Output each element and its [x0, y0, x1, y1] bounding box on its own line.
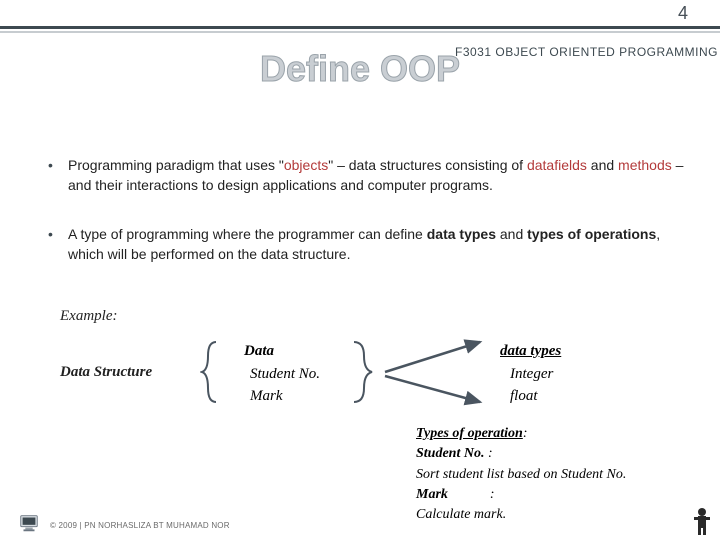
data-structure-label: Data Structure — [60, 364, 152, 381]
bullet-list: • Programming paradigm that uses "object… — [48, 155, 690, 292]
types-header: data types — [500, 340, 561, 363]
example-label: Example: — [60, 308, 117, 325]
page-number-bar: 4 — [0, 0, 720, 26]
bullet-marker: • — [48, 224, 68, 265]
types-column: data types Integer float — [500, 340, 561, 408]
bullet-item: • A type of programming where the progra… — [48, 224, 690, 265]
types-row: Integer — [500, 363, 561, 386]
divider-dark — [0, 26, 720, 29]
operations-header: Types of operation: — [416, 424, 626, 444]
divider-light — [0, 31, 720, 33]
slide: 4 F3031 OBJECT ORIENTED PROGRAMMING Defi… — [0, 0, 720, 540]
bullet-text: A type of programming where the programm… — [68, 224, 690, 265]
data-row: Mark — [244, 385, 320, 408]
data-column: Data Student No. Mark — [244, 340, 320, 408]
data-row: Student No. — [244, 363, 320, 386]
page-number: 4 — [678, 3, 688, 24]
arrows-icon — [380, 332, 490, 412]
footer-text: © 2009 | PN NORHASLIZA BT MUHAMAD NOR — [50, 521, 230, 530]
computer-icon — [18, 512, 40, 534]
bullet-item: • Programming paradigm that uses "object… — [48, 155, 690, 196]
slide-title: Define OOP — [0, 48, 720, 90]
operations-line: Mark : — [416, 485, 626, 505]
brace-right-icon — [350, 340, 374, 404]
brace-left-icon — [200, 340, 220, 404]
operations-line: Student No. : — [416, 444, 626, 464]
operations-block: Types of operation: Student No. : Sort s… — [416, 424, 626, 525]
bullet-marker: • — [48, 155, 68, 196]
data-header: Data — [244, 340, 320, 363]
types-row: float — [500, 385, 561, 408]
operations-line: Calculate mark. — [416, 505, 626, 525]
person-icon — [692, 506, 712, 536]
bullet-text: Programming paradigm that uses "objects"… — [68, 155, 690, 196]
operations-line: Sort student list based on Student No. — [416, 465, 626, 485]
